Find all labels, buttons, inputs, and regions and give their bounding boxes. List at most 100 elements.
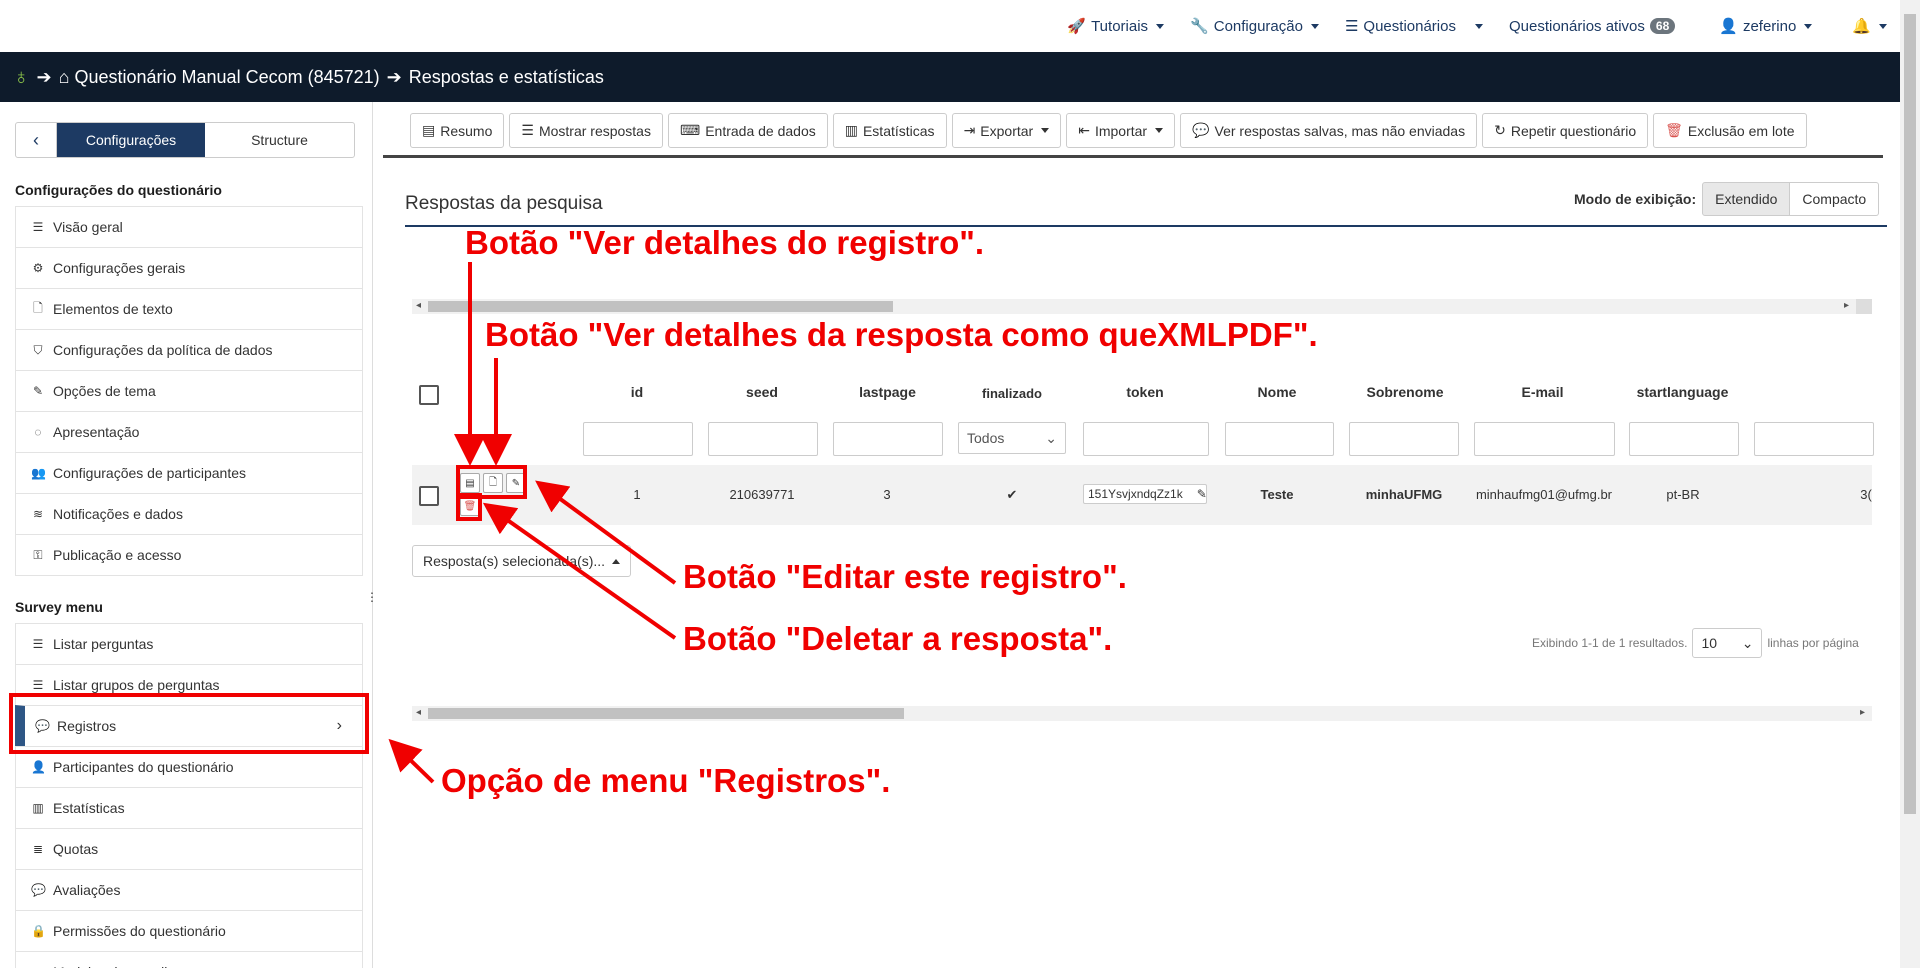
saved-responses-button[interactable]: 💬 Ver respostas salvas, mas não enviadas xyxy=(1180,113,1478,148)
tab-configuracoes[interactable]: Configurações xyxy=(57,123,205,157)
sidebar-item-configura-es-de-participantes[interactable]: 👥 Configurações de participantes xyxy=(15,452,363,493)
bar-chart-icon: ▥ xyxy=(32,801,44,815)
sidebar-item-quotas[interactable]: ≣ Quotas xyxy=(15,828,363,869)
table-top-scrollbar[interactable]: ◂ ▸ xyxy=(412,299,1872,314)
sidebar-item-avalia-es[interactable]: 💬 Avaliações xyxy=(15,869,363,910)
breadcrumb-survey[interactable]: Questionário Manual Cecom (845721) xyxy=(74,67,379,88)
batch-delete-button[interactable]: 🗑 Exclusão em lote xyxy=(1653,113,1807,148)
section-title-settings: Configurações do questionário xyxy=(15,182,222,198)
scrollbar-thumb[interactable] xyxy=(1904,14,1916,814)
limesurvey-logo-icon[interactable]: ♁ xyxy=(13,64,30,90)
tasks-icon: ≣ xyxy=(32,842,44,856)
tutorials-menu[interactable]: 🚀 Tutoriais xyxy=(1054,17,1177,35)
cell-sobrenome: minhaUFMG xyxy=(1365,487,1443,502)
sidebar-item-estat-sticas[interactable]: ▥ Estatísticas xyxy=(15,787,363,828)
sidebar-item-label: Publicação e acesso xyxy=(53,547,182,563)
col-startlanguage[interactable]: startlanguage xyxy=(1635,384,1730,400)
sidebar-item-modelos-de-e-mail[interactable]: ✉Modelos de e-mail xyxy=(15,951,363,968)
filter-token[interactable] xyxy=(1083,422,1209,456)
page-scrollbar[interactable] xyxy=(1900,0,1920,968)
col-nome[interactable]: Nome xyxy=(1247,384,1307,400)
view-extended-button[interactable]: Extendido xyxy=(1702,182,1791,216)
sidebar-item-label: Visão geral xyxy=(53,219,123,235)
view-compact-button[interactable]: Compacto xyxy=(1790,182,1880,216)
filter-email[interactable] xyxy=(1474,422,1615,456)
statistics-button[interactable]: ▥ Estatísticas xyxy=(832,113,947,148)
selected-responses-button[interactable]: Resposta(s) selecionada(s)... xyxy=(412,545,632,577)
check-icon: ✔ xyxy=(1006,487,1018,502)
table-bottom-scrollbar[interactable]: ◂ ▸ xyxy=(412,706,1872,721)
sidebar-item-listar-perguntas[interactable]: ☰ Listar perguntas xyxy=(15,623,363,664)
home-icon[interactable]: ⌂ xyxy=(59,67,70,88)
show-responses-button[interactable]: ☰ Mostrar respostas xyxy=(509,113,663,148)
col-id[interactable]: id xyxy=(622,384,652,400)
sidebar-item-label: Listar grupos de perguntas xyxy=(53,677,220,693)
select-all-checkbox[interactable] xyxy=(419,385,439,405)
sidebar-item-label: Configurações gerais xyxy=(53,260,186,276)
sidebar-item-notifica-es-e-dados[interactable]: ≋ Notificações e dados xyxy=(15,493,363,534)
collapse-sidebar-button[interactable]: ‹ xyxy=(16,123,57,157)
caret-down-icon xyxy=(1474,23,1483,29)
tab-structure[interactable]: Structure xyxy=(205,123,354,157)
list-icon: ☰ xyxy=(32,637,44,651)
filter-seed[interactable] xyxy=(708,422,818,456)
summary-button[interactable]: ▤ Resumo xyxy=(410,113,505,148)
import-button[interactable]: ⇤ Importar xyxy=(1066,113,1176,148)
filter-lastpage[interactable] xyxy=(833,422,943,456)
caret-down-icon xyxy=(1041,128,1050,133)
sidebar-item-permiss-es-do-question-rio[interactable]: 🔒 Permissões do questionário xyxy=(15,910,363,951)
repeat-survey-button[interactable]: ↻ Repetir questionário xyxy=(1482,113,1649,148)
sidebar-item-configura-es-da-pol-tica-de-dados[interactable]: ⛉ Configurações da política de dados xyxy=(15,329,363,370)
scroll-right-icon[interactable]: ▸ xyxy=(1860,707,1865,718)
active-surveys-link[interactable]: Questionários ativos 68 xyxy=(1496,18,1688,35)
row-checkbox[interactable] xyxy=(419,486,439,506)
sidebar-item-vis-o-geral[interactable]: ☰ Visão geral xyxy=(15,206,363,247)
annotation-box-delete xyxy=(456,493,482,521)
sidebar-item-configura-es-gerais[interactable]: ⚙ Configurações gerais xyxy=(15,247,363,288)
col-lastpage[interactable]: lastpage xyxy=(845,384,930,400)
user-menu[interactable]: 👤 zeferino xyxy=(1706,17,1825,35)
sidebar-item-elementos-de-texto[interactable]: 🗋 Elementos de texto xyxy=(15,288,363,329)
col-finalizado[interactable]: finalizado xyxy=(975,386,1049,401)
scroll-right-icon[interactable]: ▸ xyxy=(1844,300,1849,311)
cell-startlanguage: pt-BR xyxy=(1666,487,1700,502)
data-entry-button[interactable]: ⌨ Entrada de dados xyxy=(667,113,828,148)
page-size-select[interactable]: 10 ⌄ xyxy=(1692,628,1763,658)
brush-icon: ✎ xyxy=(32,384,44,398)
sidebar-item-publica-o-e-acesso[interactable]: ⚿ Publicação e acesso xyxy=(15,534,363,576)
scroll-left-icon[interactable]: ◂ xyxy=(416,707,421,718)
scroll-left-icon[interactable]: ◂ xyxy=(416,300,421,311)
scrollbar-thumb[interactable] xyxy=(428,708,904,719)
eye-slash-icon: ◌ xyxy=(34,425,42,439)
surveys-menu[interactable]: ☰ Questionários xyxy=(1332,17,1496,35)
scrollbar-thumb[interactable] xyxy=(428,301,893,312)
view-mode-label: Modo de exibição: xyxy=(1574,191,1697,207)
export-button[interactable]: ⇥ Exportar xyxy=(951,113,1062,148)
col-token[interactable]: token xyxy=(1115,384,1175,400)
filter-nome[interactable] xyxy=(1225,422,1334,456)
notifications-menu[interactable]: 🔔 xyxy=(1839,17,1900,35)
sidebar-item-op-es-de-tema[interactable]: ✎ Opções de tema xyxy=(15,370,363,411)
file-icon: 🗋 xyxy=(33,300,43,315)
filter-id[interactable] xyxy=(583,422,693,456)
token-edit-field[interactable]: 151YsvjxndqZz1k ✎ xyxy=(1083,484,1207,504)
filter-extra[interactable] xyxy=(1754,422,1874,456)
filter-sobrenome[interactable] xyxy=(1349,422,1459,456)
caret-down-icon xyxy=(1804,23,1813,29)
filter-startlanguage[interactable] xyxy=(1629,422,1739,456)
view-mode-switch: Modo de exibição: Extendido Compacto xyxy=(1574,182,1880,216)
sidebar-item-label: Elementos de texto xyxy=(53,301,173,317)
config-menu[interactable]: 🔧 Configuração xyxy=(1177,17,1332,35)
filter-finalizado-select[interactable]: Todos ⌄ xyxy=(958,422,1066,454)
annotation-quexml: Botão "Ver detalhes da resposta como que… xyxy=(485,316,1318,353)
col-seed[interactable]: seed xyxy=(727,384,797,400)
breadcrumb-page: Respostas e estatísticas xyxy=(408,66,604,87)
annotation-menu: Opção de menu "Registros". xyxy=(441,762,891,799)
sidebar-item-apresenta-o[interactable]: ◌ Apresentação xyxy=(15,411,363,452)
list-icon: ☰ xyxy=(32,678,44,692)
col-email[interactable]: E-mail xyxy=(1510,384,1575,400)
sidebar-resize-handle[interactable]: ⋮ xyxy=(366,590,378,604)
col-sobrenome[interactable]: Sobrenome xyxy=(1360,384,1450,400)
table-icon: ▤ xyxy=(422,122,436,138)
trash-icon: 🗑 xyxy=(1665,122,1683,138)
